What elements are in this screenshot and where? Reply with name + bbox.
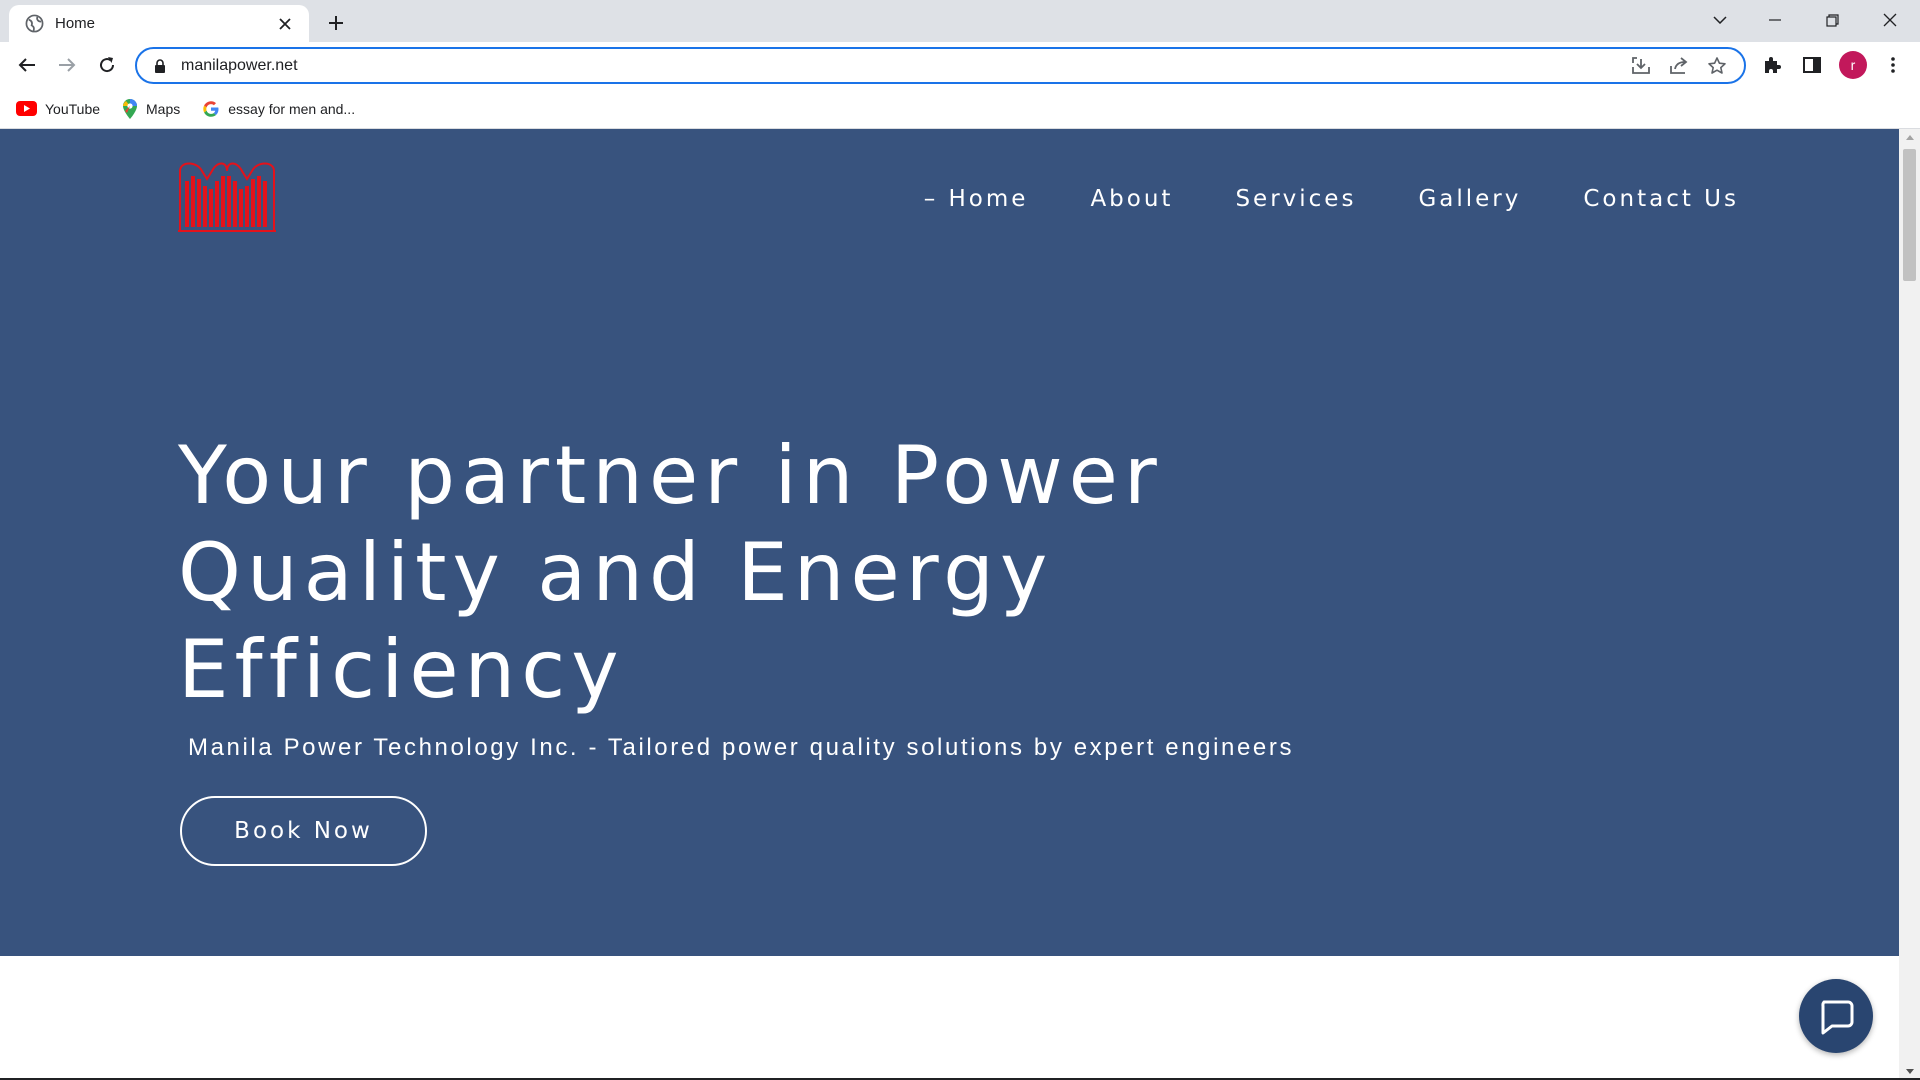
main-nav: – Home About Services Gallery Contact Us <box>862 186 1739 212</box>
tab-close-icon[interactable] <box>273 12 297 36</box>
hero-headline: Your partner in Power Quality and Energy… <box>178 427 1328 718</box>
forward-icon[interactable] <box>51 49 83 81</box>
nav-about[interactable]: About <box>1090 186 1173 212</box>
back-icon[interactable] <box>11 49 43 81</box>
scroll-thumb[interactable] <box>1903 149 1916 281</box>
tab-search-icon[interactable] <box>1697 4 1743 36</box>
url-text: manilapower.net <box>181 56 298 74</box>
bookmark-label: Maps <box>146 100 181 117</box>
browser-tab[interactable]: Home <box>9 5 309 42</box>
hero-section: – Home About Services Gallery Contact Us… <box>0 129 1899 956</box>
nav-home[interactable]: – Home <box>924 186 1029 212</box>
nav-gallery[interactable]: Gallery <box>1418 186 1521 212</box>
youtube-icon <box>16 101 37 116</box>
tab-strip: Home <box>0 0 1920 42</box>
scroll-up-icon[interactable] <box>1899 129 1920 146</box>
globe-icon <box>25 14 44 33</box>
close-window-icon[interactable] <box>1867 4 1913 36</box>
new-tab-button[interactable] <box>322 9 350 37</box>
headline-line: Efficiency <box>178 623 625 716</box>
chat-bubble-icon <box>1821 1000 1854 1035</box>
page-viewport: – Home About Services Gallery Contact Us… <box>0 129 1899 1080</box>
bookmark-star-icon[interactable] <box>1698 51 1736 81</box>
browser-toolbar: manilapower.net r <box>0 42 1920 89</box>
profile-initial: r <box>1839 51 1867 79</box>
address-bar[interactable]: manilapower.net <box>135 47 1746 84</box>
tab-title: Home <box>55 15 96 32</box>
hero-tagline: Manila Power Technology Inc. - Tailored … <box>188 734 1295 761</box>
headline-line: Your partner in Power <box>178 429 1163 522</box>
minimize-icon[interactable] <box>1752 4 1798 36</box>
share-icon[interactable] <box>1660 51 1698 81</box>
install-app-icon[interactable] <box>1622 51 1660 81</box>
google-icon <box>203 100 219 117</box>
side-panel-icon[interactable] <box>1795 49 1829 81</box>
nav-contact[interactable]: Contact Us <box>1583 186 1739 212</box>
bookmark-essay[interactable]: essay for men and... <box>202 100 355 118</box>
bookmark-label: YouTube <box>45 100 101 117</box>
bookmark-label: essay for men and... <box>228 100 356 117</box>
book-now-button[interactable]: Book Now <box>180 796 427 866</box>
profile-avatar[interactable]: r <box>1836 49 1870 81</box>
lock-icon <box>155 58 165 73</box>
restore-icon[interactable] <box>1809 4 1855 36</box>
menu-kebab-icon[interactable] <box>1876 49 1910 81</box>
bookmark-youtube[interactable]: YouTube <box>16 101 100 117</box>
chat-widget-button[interactable] <box>1799 979 1873 1053</box>
bookmark-maps[interactable]: Maps <box>122 98 181 119</box>
extensions-icon[interactable] <box>1755 49 1789 81</box>
maps-icon <box>123 98 138 119</box>
page-scrollbar[interactable] <box>1899 129 1920 1080</box>
reload-icon[interactable] <box>91 49 123 81</box>
nav-services[interactable]: Services <box>1235 186 1356 212</box>
bookmarks-bar: YouTube Maps essay for men and... <box>0 89 1920 129</box>
headline-line: Quality and Energy <box>178 526 1054 619</box>
company-logo-icon[interactable] <box>177 159 277 234</box>
